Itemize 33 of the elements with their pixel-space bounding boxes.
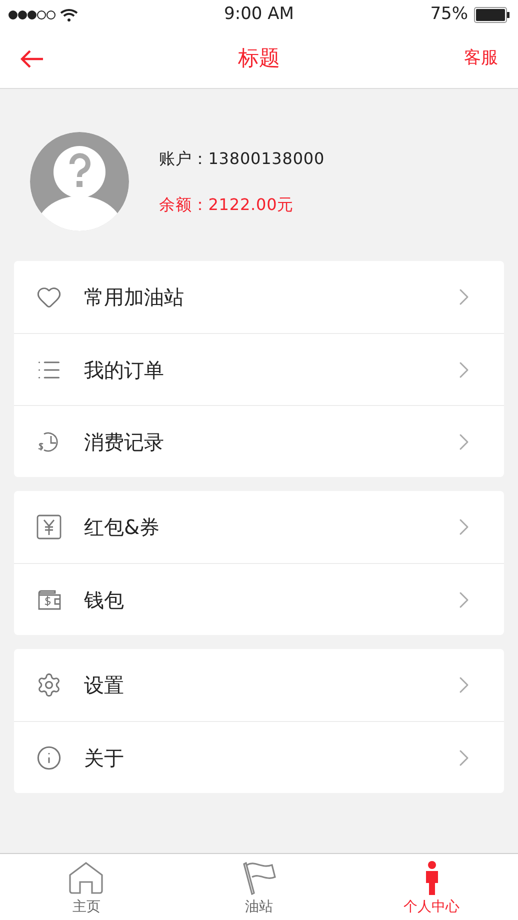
- menu-item-label: 消费记录: [84, 428, 165, 456]
- battery-percent: 75%: [430, 3, 468, 26]
- menu-item[interactable]: 我的订单: [14, 333, 504, 405]
- tab-bar-item[interactable]: 主页: [0, 854, 173, 920]
- wifi-icon: [60, 8, 78, 22]
- status-time: 9:00 AM: [224, 3, 294, 26]
- menu-item-label: 红包&券: [84, 514, 161, 541]
- menu-item-label: 关于: [84, 744, 125, 772]
- balance-text: 余额：2122.00元: [159, 194, 295, 216]
- menu-item-label: 我的订单: [84, 356, 165, 384]
- menu-item[interactable]: 红包&券: [14, 491, 504, 563]
- avatar-icon: [30, 132, 129, 231]
- flag-icon: [241, 861, 277, 895]
- menu-item[interactable]: 关于: [14, 721, 504, 793]
- settings-icon: [36, 672, 62, 698]
- tab-bar-item[interactable]: 油站: [172, 854, 346, 920]
- menu-item[interactable]: 常用加油站: [14, 261, 504, 333]
- home-icon: [68, 861, 104, 895]
- menu-item-label: 钱包: [84, 586, 125, 614]
- menu-item[interactable]: 消费记录: [14, 405, 504, 477]
- customer-service-button[interactable]: 客服: [464, 46, 498, 72]
- info-icon: [36, 744, 62, 770]
- account-text: 账户：13800138000: [159, 148, 325, 170]
- tab-bar-item[interactable]: 个人中心: [345, 854, 518, 920]
- battery-icon: [474, 7, 510, 23]
- signal-icon: [8, 10, 56, 20]
- back-arrow-icon: [20, 49, 44, 69]
- menu-item[interactable]: 设置: [14, 649, 504, 721]
- menu-item[interactable]: 钱包: [14, 563, 504, 635]
- menu-item-label: 常用加油站: [84, 284, 185, 311]
- yen-card-icon: [36, 514, 62, 540]
- page-title: 标题: [238, 45, 280, 72]
- menu-item-label: 设置: [84, 672, 125, 699]
